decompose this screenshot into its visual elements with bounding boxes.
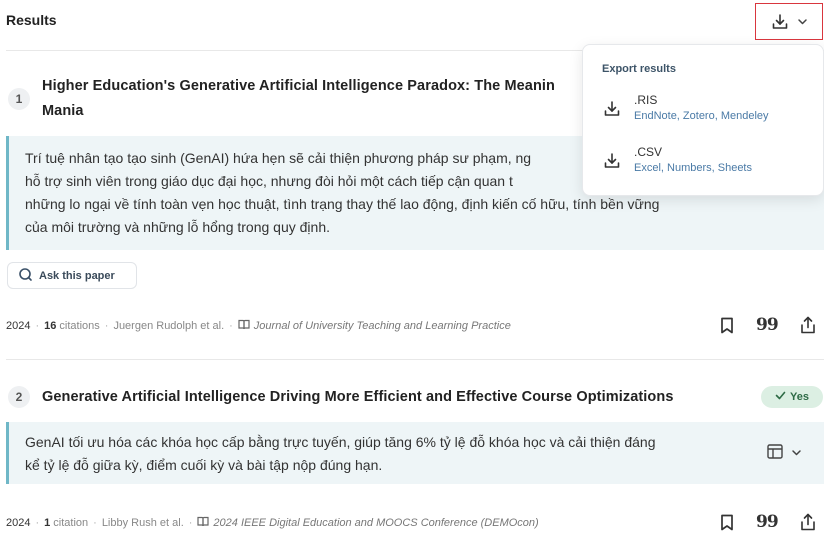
book-icon (238, 319, 250, 333)
yes-badge: Yes (761, 386, 823, 408)
results-title: Results (6, 12, 57, 28)
quote-icon[interactable]: 99 (756, 512, 779, 532)
rank-badge: 1 (8, 88, 30, 110)
export-ris-option[interactable]: .RIS EndNote, Zotero, Mendeley (583, 93, 823, 139)
paper-title[interactable]: Generative Artificial Intelligence Drivi… (42, 385, 674, 409)
bookmark-icon[interactable] (720, 514, 734, 531)
export-csv-option[interactable]: .CSV Excel, Numbers, Sheets (583, 145, 823, 191)
export-option-apps: Excel, Numbers, Sheets (634, 162, 752, 174)
results-header: Results (0, 0, 824, 46)
export-dropdown: Export results .RIS EndNote, Zotero, Men… (582, 44, 824, 196)
summary-line: kể tỷ lệ đỗ giữa kỳ, điểm cuối kỳ và bài… (25, 457, 383, 473)
chevron-down-icon (797, 16, 808, 27)
paper-title-line-2[interactable]: Mania (42, 99, 84, 123)
yes-label: Yes (790, 391, 809, 403)
paper-authors[interactable]: Libby Rush et al. (102, 517, 184, 529)
paper-year: 2024 (6, 517, 31, 529)
paper-meta: 2024 · 16 citations · Juergen Rudolph et… (6, 319, 511, 333)
download-icon (603, 152, 621, 175)
result-divider (6, 359, 824, 360)
paper-journal[interactable]: 2024 IEEE Digital Education and MOOCS Co… (213, 517, 538, 529)
book-icon (197, 516, 210, 530)
export-option-name: .RIS (634, 93, 658, 107)
ask-this-paper-label: Ask this paper (39, 269, 115, 282)
share-icon[interactable] (800, 316, 816, 334)
citation-label[interactable]: citations (59, 320, 99, 332)
export-option-apps: EndNote, Zotero, Mendeley (634, 110, 769, 122)
paper-actions: 99 (720, 315, 816, 335)
table-view-toggle[interactable] (767, 444, 802, 464)
export-menu-title: Export results (602, 63, 676, 75)
download-icon (603, 100, 621, 123)
paper-actions: 99 (720, 512, 816, 532)
chevron-down-icon (791, 445, 802, 463)
table-icon (767, 444, 783, 464)
rank-badge: 2 (8, 386, 30, 408)
ask-this-paper-button[interactable]: Ask this paper (7, 262, 137, 289)
paper-meta: 2024 · 1 citation · Libby Rush et al. · … (6, 516, 539, 530)
summary-line: GenAI tối ưu hóa các khóa học cấp bằng t… (25, 434, 656, 450)
paper-authors[interactable]: Juergen Rudolph et al. (113, 320, 224, 332)
summary-line: những lo ngại về tính toàn vẹn học thuật… (25, 196, 660, 212)
download-icon (771, 13, 789, 31)
bookmark-icon[interactable] (720, 317, 734, 334)
share-icon[interactable] (800, 513, 816, 531)
citation-label[interactable]: citation (53, 517, 88, 529)
quote-icon[interactable]: 99 (756, 315, 779, 335)
paper-journal[interactable]: Journal of University Teaching and Learn… (254, 320, 511, 332)
summary-line: của môi trường và những lỗ hổng trong qu… (25, 219, 330, 235)
paper-title-line-1[interactable]: Higher Education's Generative Artificial… (42, 74, 582, 98)
chat-icon (18, 267, 33, 285)
export-button[interactable] (755, 3, 823, 40)
citation-count: 1 (44, 517, 51, 529)
paper-summary: GenAI tối ưu hóa các khóa học cấp bằng t… (6, 422, 824, 484)
check-icon (775, 391, 786, 403)
paper-year: 2024 (6, 320, 31, 332)
citation-count: 16 (44, 320, 57, 332)
export-option-name: .CSV (634, 145, 663, 159)
